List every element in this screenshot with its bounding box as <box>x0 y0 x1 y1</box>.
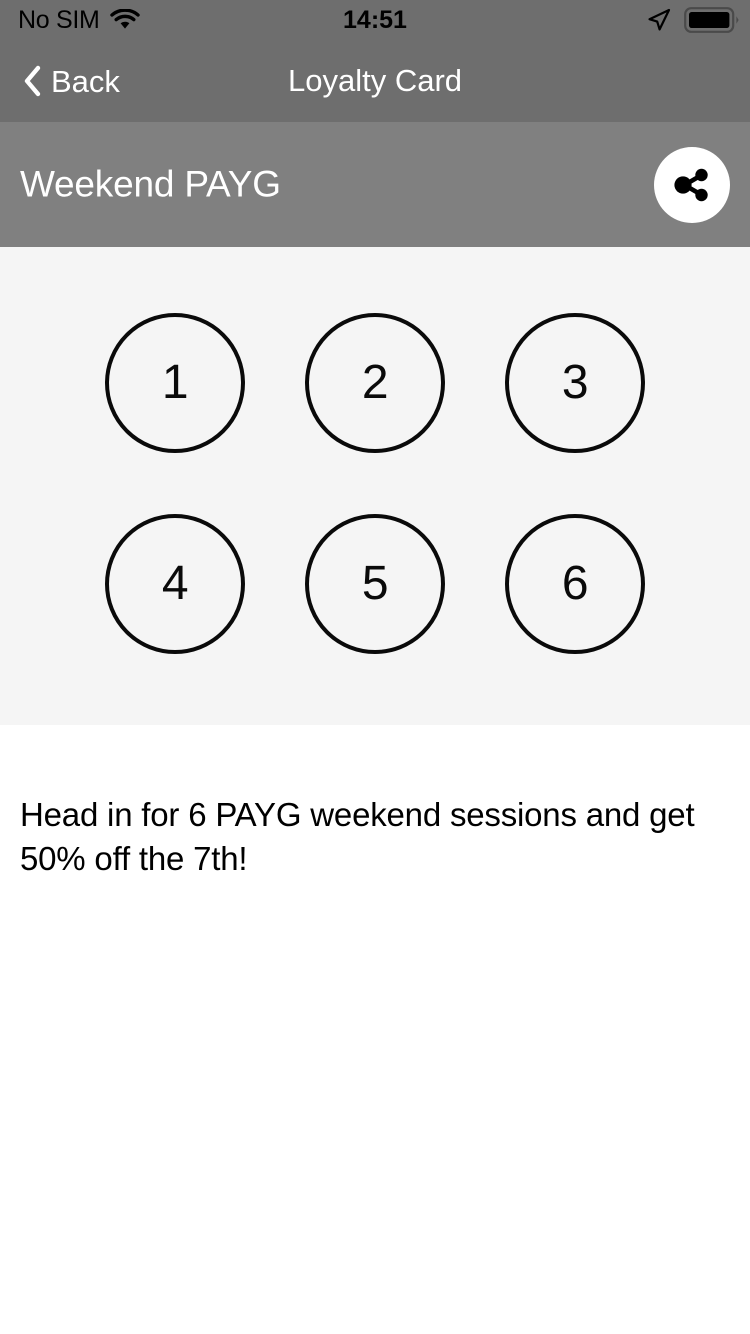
stamp-circle[interactable]: 1 <box>105 313 245 453</box>
location-arrow-icon <box>646 7 672 33</box>
stamp-circle[interactable]: 4 <box>105 514 245 654</box>
back-button[interactable]: Back <box>22 40 120 122</box>
stamp-number: 2 <box>361 356 389 409</box>
share-icon <box>670 163 714 207</box>
status-bar: No SIM 14:51 <box>0 0 750 40</box>
share-button[interactable] <box>654 146 730 223</box>
clock-label: 14:51 <box>343 5 407 34</box>
stamp-number: 1 <box>161 356 189 409</box>
stamp-number: 4 <box>161 557 189 610</box>
stamp-number: 6 <box>561 557 589 610</box>
stamp-number: 3 <box>561 356 589 409</box>
back-button-label: Back <box>51 63 120 99</box>
stamp-row: 4 5 6 <box>0 514 750 654</box>
status-bar-right <box>646 7 740 33</box>
battery-full-icon <box>684 7 740 33</box>
card-description: Head in for 6 PAYG weekend sessions and … <box>20 796 695 877</box>
stamp-circle[interactable]: 6 <box>505 514 645 654</box>
navigation-bar: Back Loyalty Card <box>0 40 750 122</box>
stamps-panel: 1 2 3 4 5 6 <box>0 247 750 725</box>
stamp-circle[interactable]: 2 <box>305 313 445 453</box>
stamp-circle[interactable]: 3 <box>505 313 645 453</box>
card-name-label: Weekend PAYG <box>20 164 281 205</box>
card-header: Weekend PAYG <box>0 122 750 247</box>
stamp-row: 1 2 3 <box>0 313 750 453</box>
chevron-left-icon <box>22 65 42 97</box>
stamp-circle[interactable]: 5 <box>305 514 445 654</box>
stamp-number: 5 <box>361 557 389 610</box>
loyalty-card-screen: No SIM 14:51 Back Loyalty Card Weekend P… <box>0 0 750 1334</box>
